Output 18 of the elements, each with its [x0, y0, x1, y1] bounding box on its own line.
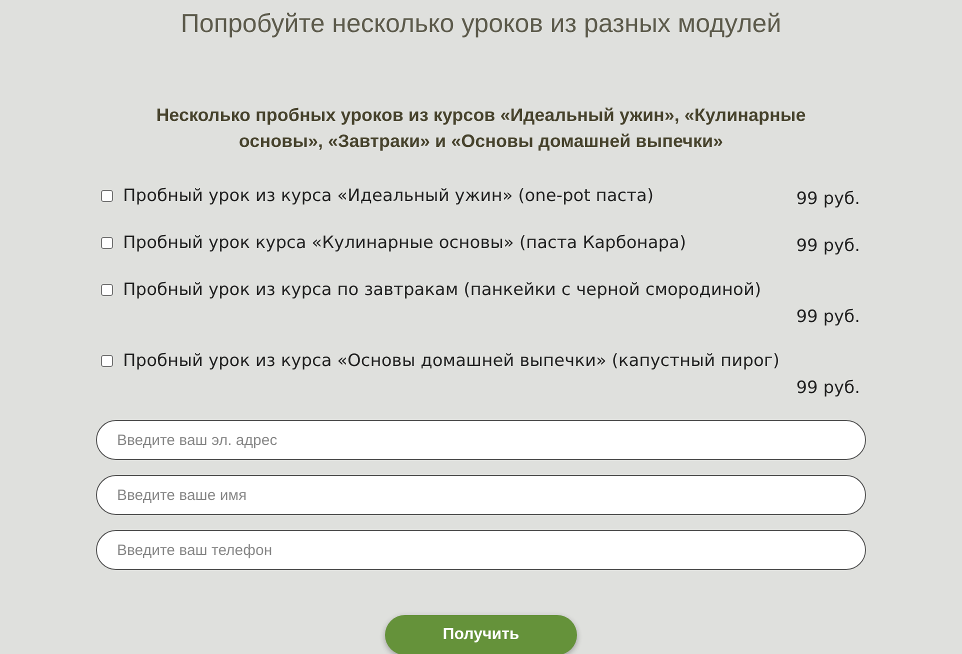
submit-button[interactable]: Получить [385, 615, 577, 654]
price: 99 руб. [795, 377, 860, 400]
option-label: Пробный урок курса «Кулинарные основы» (паста Карбонара) [123, 232, 686, 255]
input-field[interactable]: Введите ваш телефон [96, 530, 866, 570]
option-label: Пробный урок из курса «Основы домашней выпечки» (капустный пирог) [123, 350, 780, 373]
checkbox[interactable] [101, 284, 113, 296]
price: 99 руб. [795, 235, 860, 258]
option-label: Пробный урок из курса «Идеальный ужин» (one-pot паста) [123, 185, 654, 208]
page-title: Попробуйте несколько уроков из разных модулей [180, 7, 782, 40]
price: 99 руб. [795, 188, 860, 211]
option-label: Пробный урок из курса по завтракам (панкейки с черной смородиной) [123, 279, 762, 302]
checkbox[interactable] [101, 190, 113, 202]
input-field[interactable]: Введите ваше имя [96, 475, 866, 515]
price: 99 руб. [795, 306, 860, 329]
checkbox[interactable] [101, 237, 113, 249]
checkbox[interactable] [101, 355, 113, 367]
input-field[interactable]: Введите ваш эл. адрес [96, 420, 866, 460]
section-heading: Несколько пробных уроков из курсов «Идеальный ужин», «Кулинарные основы», «Завтраки» и «Основы домашней выпечки» [155, 104, 807, 153]
